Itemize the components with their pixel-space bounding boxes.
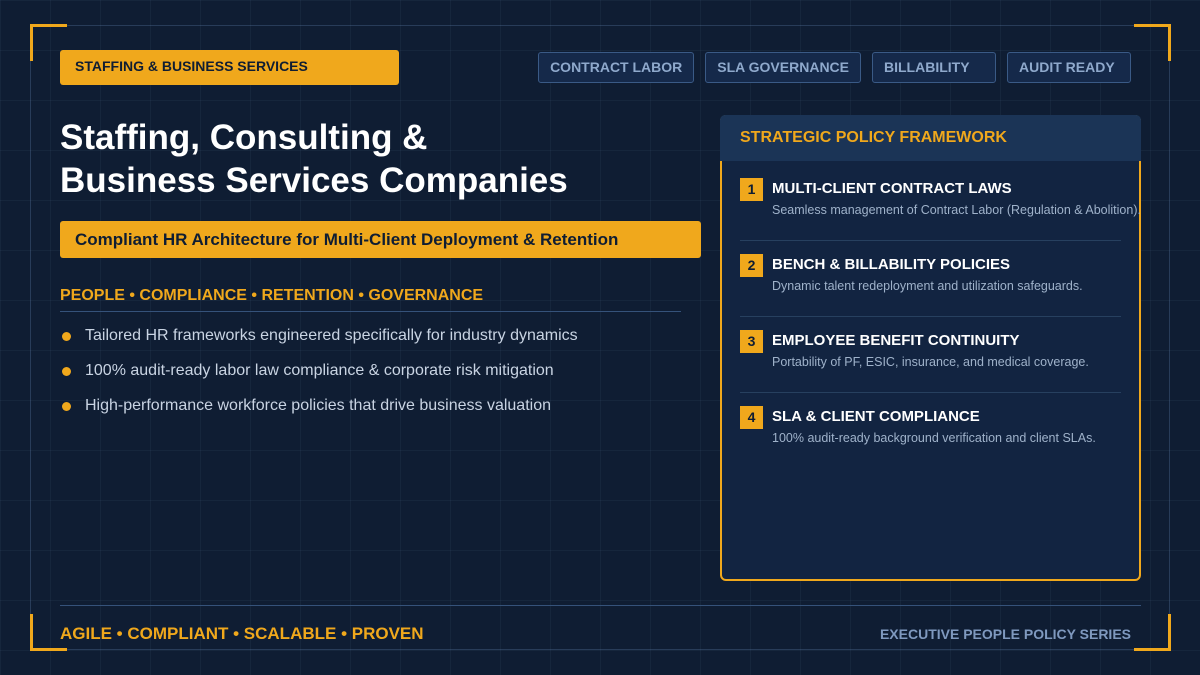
- tag-billability: BILLABILITY: [872, 52, 996, 83]
- bullet-item: 100% audit-ready labor law compliance & …: [60, 360, 578, 395]
- bullet-text: Tailored HR frameworks engineered specif…: [85, 327, 578, 344]
- title-line-2: Business Services Companies: [60, 161, 568, 200]
- footer-divider: [60, 605, 1141, 606]
- policy-divider: [740, 316, 1121, 317]
- footer-tagline: AGILE • COMPLIANT • SCALABLE • PROVEN: [60, 624, 424, 643]
- subtitle-banner: Compliant HR Architecture for Multi-Clie…: [60, 221, 701, 258]
- policy-divider: [740, 240, 1121, 241]
- title-line-1: Staffing, Consulting &: [60, 118, 428, 157]
- policy-description: Seamless management of Contract Labor (R…: [772, 203, 1141, 217]
- tag-list: CONTRACT LABOR SLA GOVERNANCE BILLABILIT…: [538, 52, 1131, 83]
- bullet-dot-icon: [62, 367, 71, 376]
- policy-description: Portability of PF, ESIC, insurance, and …: [772, 355, 1089, 369]
- page-title: Staffing, Consulting & Business Services…: [60, 116, 680, 202]
- bullet-text: 100% audit-ready labor law compliance & …: [85, 362, 554, 379]
- corner-bracket-top-right: [1134, 24, 1171, 61]
- bullet-text: High-performance workforce policies that…: [85, 397, 551, 414]
- tag-sla-governance: SLA GOVERNANCE: [705, 52, 861, 83]
- policy-title: BENCH & BILLABILITY POLICIES: [772, 256, 1011, 273]
- bullet-item: Tailored HR frameworks engineered specif…: [60, 325, 578, 360]
- policy-number: 3: [740, 330, 763, 353]
- tag-contract-labor: CONTRACT LABOR: [538, 52, 695, 83]
- bullet-dot-icon: [62, 402, 71, 411]
- policy-title: MULTI-CLIENT CONTRACT LAWS: [772, 180, 1012, 197]
- policy-divider: [740, 392, 1121, 393]
- policy-number: 1: [740, 178, 763, 201]
- panel-heading: STRATEGIC POLICY FRAMEWORK: [720, 115, 1141, 161]
- bullet-item: High-performance workforce policies that…: [60, 395, 578, 430]
- footer-series-label: EXECUTIVE PEOPLE POLICY SERIES: [879, 626, 1131, 642]
- policy-title: EMPLOYEE BENEFIT CONTINUITY: [772, 332, 1020, 349]
- bullet-dot-icon: [62, 332, 71, 341]
- policy-title: SLA & CLIENT COMPLIANCE: [772, 408, 980, 425]
- policy-number: 2: [740, 254, 763, 277]
- category-badge: STAFFING & BUSINESS SERVICES: [60, 50, 399, 85]
- policy-number: 4: [740, 406, 763, 429]
- pillars-heading: PEOPLE • COMPLIANCE • RETENTION • GOVERN…: [60, 286, 681, 312]
- policy-description: Dynamic talent redeployment and utilizat…: [772, 279, 1083, 293]
- policy-framework-panel: STRATEGIC POLICY FRAMEWORK 1 MULTI-CLIEN…: [720, 115, 1141, 581]
- bullet-list: Tailored HR frameworks engineered specif…: [60, 325, 578, 430]
- policy-description: 100% audit-ready background verification…: [772, 431, 1096, 445]
- tag-audit-ready: AUDIT READY: [1007, 52, 1131, 83]
- corner-bracket-bottom-right: [1134, 614, 1171, 651]
